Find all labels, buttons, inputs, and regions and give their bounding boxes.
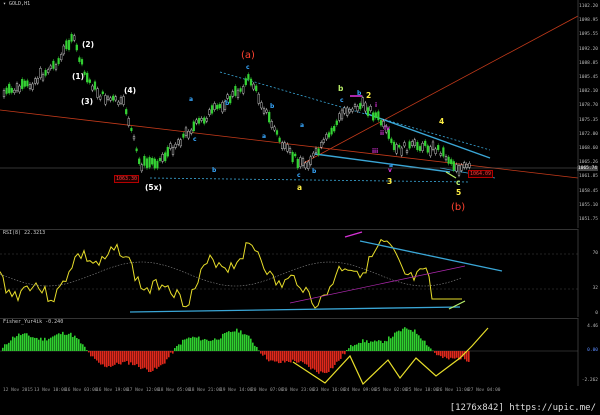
- fisher-level-top: 4.46: [587, 324, 598, 329]
- rsi-canvas[interactable]: [0, 229, 600, 317]
- price-axis-label: 1051.75: [579, 217, 598, 222]
- rsi-level-32: 32: [592, 286, 598, 291]
- price-axis-label: 1061.85: [579, 174, 598, 180]
- wave-label-4: (4): [124, 86, 137, 95]
- time-axis-label: 19 Nov 14:00: [220, 388, 253, 393]
- time-axis-label: 23 Nov 16:00: [313, 388, 346, 393]
- rsi-level-0: 0: [595, 311, 598, 316]
- price-box-right: 1064.09: [468, 170, 494, 178]
- time-axis-label: 27 Nov 04:00: [468, 388, 501, 393]
- rsi-ma-line: [0, 261, 463, 287]
- wave-label-b-low: b: [212, 167, 217, 174]
- time-axis-label: 16 Nov 03:00: [65, 388, 98, 393]
- time-axis-label: 25 Nov 02:00: [375, 388, 408, 393]
- price-axis-label: 1088.85: [579, 60, 598, 66]
- fisher-title: Fisher_Yur4ik -0.240: [3, 319, 64, 325]
- price-axis-label: 1075.35: [579, 117, 598, 123]
- wave-label-a-red: (a): [241, 50, 255, 61]
- wave-label-3-yellow: 3: [387, 177, 393, 186]
- time-axis-label: 12 Nov 2015: [3, 388, 33, 393]
- lower-dashed-channel: [149, 177, 471, 183]
- wave-label-a-2: a: [262, 133, 267, 140]
- wave-label-v: v: [388, 167, 392, 174]
- wave-label-c-mid2: c: [340, 97, 344, 104]
- wave-label-5x: (5x): [145, 183, 162, 192]
- price-axis-label: 1068.60: [579, 146, 598, 151]
- price-axis-label: 1095.55: [579, 32, 598, 38]
- wave-label-c-low: c: [297, 172, 301, 179]
- price-axis-label: 1055.10: [579, 202, 598, 208]
- time-axis-label: 24 Nov 09:00: [344, 388, 377, 393]
- wave-label-4-yellow: 4: [439, 117, 445, 126]
- wave-label-a-yellow: a: [297, 183, 303, 192]
- price-axis-label: 1102.20: [579, 4, 598, 9]
- price-box-left: 1063.30: [114, 175, 140, 183]
- wave-label-b-1: b: [225, 100, 230, 107]
- price-chart-pane[interactable]: ▾ GOLD,H1 1102.20 1098.95 1095.55 1092.20 10…: [0, 0, 600, 228]
- price-axis-label: 1058.45: [579, 188, 598, 194]
- time-axis-label: 18 Nov 21:00: [189, 388, 222, 393]
- wave-label-1: (1): [72, 72, 85, 81]
- wave-label-b-right: b: [357, 90, 362, 97]
- time-axis-label: 16 Nov 19:00: [96, 388, 129, 393]
- wave-label-i: i: [375, 102, 378, 109]
- price-axis-label: 1082.10: [579, 89, 598, 95]
- fisher-level-zero: 0.00: [587, 348, 598, 353]
- wave-label-b-2: b: [270, 103, 275, 110]
- price-axis-label: 1098.95: [579, 18, 598, 24]
- fisher-level-bottom: -2.262: [581, 378, 598, 383]
- price-axis-label: 1078.70: [579, 103, 598, 109]
- chart-title: ▾ GOLD,H1: [3, 1, 31, 7]
- time-axis-label: 25 Nov 18:00: [406, 388, 439, 393]
- wave-label-2-yellow: 2: [366, 91, 372, 100]
- time-axis-label: 20 Nov 23:00: [282, 388, 315, 393]
- time-axis-label: 20 Nov 07:00: [251, 388, 284, 393]
- wave-label-a-low: a: [300, 122, 305, 129]
- wave-label-b-red: (b): [451, 202, 466, 213]
- wave-label-3: (3): [81, 97, 94, 106]
- price-axis-label: 1092.20: [579, 46, 598, 52]
- fisher-pane[interactable]: Fisher_Yur4ik -0.240 4.46 0.00 -2.262: [0, 318, 600, 386]
- price-chart-canvas[interactable]: [0, 0, 600, 228]
- wave-label-a-1: a: [189, 96, 194, 103]
- cyan-lower-line: [314, 153, 451, 173]
- rsi-level-70: 70: [592, 251, 598, 256]
- candlesticks: [2, 32, 471, 178]
- wave-label-c-mid1: c: [193, 136, 197, 143]
- rsi-title: RSI(8) 22.3213: [3, 230, 46, 236]
- time-axis: 12 Nov 2015 13 Nov 10:00 16 Nov 03:00 16 No…: [0, 386, 600, 398]
- wave-label-b-mid: b: [312, 168, 317, 175]
- wave-label-b-green: b: [338, 84, 344, 93]
- time-axis-label: 18 Nov 05:00: [158, 388, 191, 393]
- price-axis-label: 1085.45: [579, 75, 598, 80]
- price-axis-label: 1065.26: [579, 160, 598, 166]
- time-axis-label: 17 Nov 12:00: [127, 388, 160, 393]
- time-axis-label: 13 Nov 10:00: [34, 388, 67, 393]
- rsi-line: [0, 238, 462, 309]
- current-price-tag: 1065.74: [577, 166, 598, 171]
- upper-dashed-channel: [219, 71, 491, 151]
- wave-label-c-right: c: [456, 178, 461, 187]
- wave-label-5-yellow: 5: [456, 188, 462, 197]
- wave-label-iii: iii: [372, 148, 379, 155]
- wave-label-iv: iv: [384, 125, 390, 132]
- wave-label-c-top: c: [246, 64, 250, 71]
- fisher-canvas[interactable]: [0, 318, 600, 386]
- price-axis-label: 1072.00: [579, 131, 598, 137]
- wave-label-2: (2): [82, 40, 95, 49]
- watermark: [1276x842] https://upic.me/: [449, 403, 596, 413]
- rsi-pane[interactable]: RSI(8) 22.3213 70 32 0: [0, 229, 600, 317]
- time-axis-label: 26 Nov 11:00: [437, 388, 470, 393]
